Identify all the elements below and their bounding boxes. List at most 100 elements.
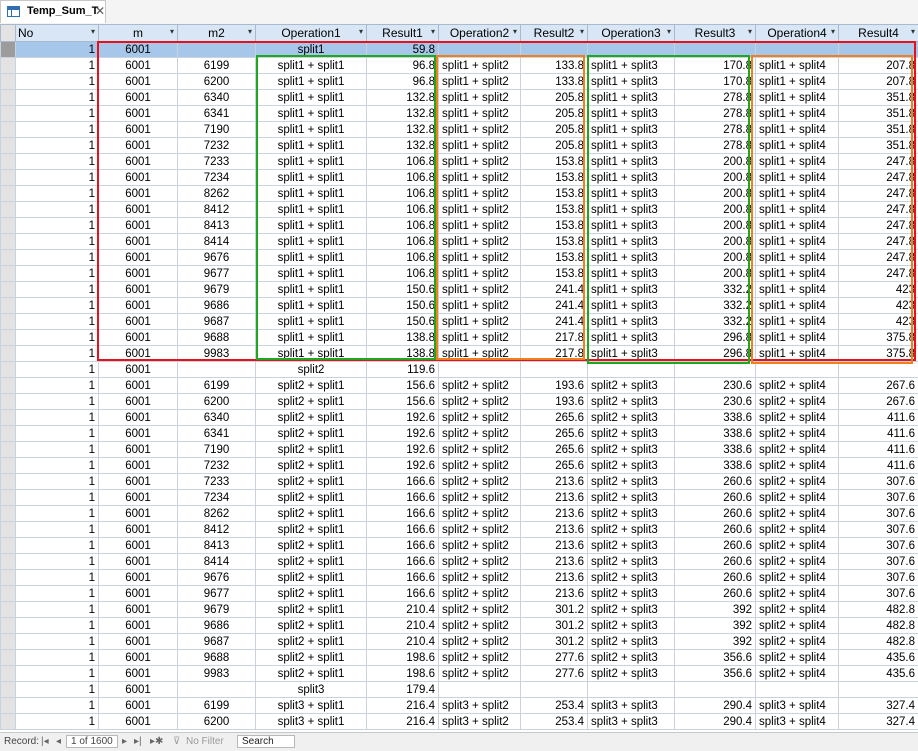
cell-no[interactable]: 1 <box>16 298 99 314</box>
cell-operation3[interactable]: split2 + split3 <box>588 554 675 570</box>
cell-m2[interactable]: 8412 <box>178 522 256 538</box>
cell-no[interactable]: 1 <box>16 506 99 522</box>
cell-no[interactable]: 1 <box>16 346 99 362</box>
cell-result1[interactable]: 106.8 <box>367 154 439 170</box>
table-row[interactable]: 160017232split2 + split1192.6split2 + sp… <box>1 458 918 474</box>
cell-m2[interactable]: 8412 <box>178 202 256 218</box>
cell-operation4[interactable]: split1 + split4 <box>756 282 839 298</box>
cell-operation4[interactable]: split2 + split4 <box>756 410 839 426</box>
cell-operation3[interactable]: split1 + split3 <box>588 106 675 122</box>
cell-operation2[interactable]: split1 + split2 <box>439 74 521 90</box>
cell-no[interactable]: 1 <box>16 458 99 474</box>
cell-no[interactable]: 1 <box>16 682 99 698</box>
cell-operation4[interactable]: split2 + split4 <box>756 442 839 458</box>
cell-result1[interactable]: 216.4 <box>367 714 439 730</box>
cell-result1[interactable]: 150.6 <box>367 298 439 314</box>
cell-operation2[interactable]: split3 + split2 <box>439 714 521 730</box>
cell-operation1[interactable]: split2 + split1 <box>256 474 367 490</box>
column-header-operation1[interactable]: Operation1▾ <box>256 25 367 42</box>
cell-m2[interactable]: 9983 <box>178 666 256 682</box>
cell-operation1[interactable]: split2 <box>256 362 367 378</box>
cell-operation2[interactable]: split1 + split2 <box>439 202 521 218</box>
cell-result3[interactable]: 260.6 <box>675 506 756 522</box>
cell-m2[interactable]: 7234 <box>178 490 256 506</box>
cell-operation2[interactable]: split2 + split2 <box>439 490 521 506</box>
cell-m[interactable]: 6001 <box>99 458 178 474</box>
cell-result1[interactable]: 150.6 <box>367 282 439 298</box>
cell-operation4[interactable]: split1 + split4 <box>756 186 839 202</box>
cell-no[interactable]: 1 <box>16 234 99 250</box>
cell-operation1[interactable]: split2 + split1 <box>256 378 367 394</box>
cell-m[interactable]: 6001 <box>99 74 178 90</box>
cell-operation2[interactable]: split1 + split2 <box>439 234 521 250</box>
cell-m[interactable]: 6001 <box>99 714 178 730</box>
cell-m2[interactable]: 7232 <box>178 458 256 474</box>
cell-result3[interactable] <box>675 42 756 58</box>
cell-result4[interactable]: 307.6 <box>839 506 918 522</box>
row-selector[interactable] <box>1 682 16 698</box>
table-row[interactable]: 160019676split1 + split1106.8split1 + sp… <box>1 250 918 266</box>
cell-operation1[interactable]: split2 + split1 <box>256 458 367 474</box>
cell-result2[interactable]: 277.6 <box>521 650 588 666</box>
cell-result1[interactable]: 138.8 <box>367 346 439 362</box>
cell-result1[interactable]: 106.8 <box>367 234 439 250</box>
row-selector[interactable] <box>1 90 16 106</box>
cell-result1[interactable]: 166.6 <box>367 522 439 538</box>
cell-operation2[interactable]: split1 + split2 <box>439 122 521 138</box>
cell-result2[interactable]: 265.6 <box>521 410 588 426</box>
cell-m2[interactable]: 6200 <box>178 74 256 90</box>
cell-result2[interactable]: 153.8 <box>521 250 588 266</box>
row-selector[interactable] <box>1 106 16 122</box>
row-selector[interactable] <box>1 170 16 186</box>
cell-result2[interactable] <box>521 682 588 698</box>
row-selector[interactable] <box>1 458 16 474</box>
cell-no[interactable]: 1 <box>16 186 99 202</box>
table-row[interactable]: 160018414split1 + split1106.8split1 + sp… <box>1 234 918 250</box>
cell-operation3[interactable]: split2 + split3 <box>588 634 675 650</box>
cell-operation3[interactable]: split2 + split3 <box>588 490 675 506</box>
cell-result3[interactable]: 278.8 <box>675 90 756 106</box>
cell-result3[interactable]: 200.8 <box>675 170 756 186</box>
cell-operation2[interactable]: split2 + split2 <box>439 538 521 554</box>
cell-m2[interactable]: 8413 <box>178 218 256 234</box>
cell-operation3[interactable]: split1 + split3 <box>588 170 675 186</box>
cell-result1[interactable]: 106.8 <box>367 186 439 202</box>
cell-operation2[interactable] <box>439 362 521 378</box>
cell-result3[interactable]: 392 <box>675 634 756 650</box>
cell-m2[interactable]: 7233 <box>178 474 256 490</box>
table-row[interactable]: 160018262split1 + split1106.8split1 + sp… <box>1 186 918 202</box>
table-row[interactable]: 160016340split1 + split1132.8split1 + sp… <box>1 90 918 106</box>
cell-result1[interactable]: 166.6 <box>367 490 439 506</box>
cell-no[interactable]: 1 <box>16 378 99 394</box>
cell-m[interactable]: 6001 <box>99 58 178 74</box>
column-header-operation3[interactable]: Operation3▾ <box>588 25 675 42</box>
cell-m[interactable]: 6001 <box>99 282 178 298</box>
cell-operation4[interactable]: split2 + split4 <box>756 490 839 506</box>
cell-m2[interactable]: 7232 <box>178 138 256 154</box>
cell-result4[interactable]: 207.8 <box>839 58 918 74</box>
cell-m[interactable]: 6001 <box>99 554 178 570</box>
cell-operation3[interactable]: split2 + split3 <box>588 506 675 522</box>
cell-m2[interactable]: 6340 <box>178 90 256 106</box>
cell-operation1[interactable]: split1 + split1 <box>256 74 367 90</box>
cell-result3[interactable]: 332.2 <box>675 298 756 314</box>
cell-result3[interactable]: 200.8 <box>675 154 756 170</box>
cell-result4[interactable] <box>839 42 918 58</box>
cell-operation3[interactable] <box>588 42 675 58</box>
search-input[interactable]: Search <box>237 735 295 748</box>
row-selector[interactable] <box>1 202 16 218</box>
cell-operation4[interactable]: split1 + split4 <box>756 250 839 266</box>
cell-operation3[interactable]: split1 + split3 <box>588 346 675 362</box>
row-selector[interactable] <box>1 186 16 202</box>
cell-result3[interactable]: 200.8 <box>675 250 756 266</box>
cell-result4[interactable]: 267.6 <box>839 378 918 394</box>
row-selector[interactable] <box>1 522 16 538</box>
cell-m2[interactable]: 7190 <box>178 122 256 138</box>
cell-operation1[interactable]: split2 + split1 <box>256 394 367 410</box>
cell-result3[interactable]: 260.6 <box>675 522 756 538</box>
cell-operation1[interactable]: split1 + split1 <box>256 234 367 250</box>
chevron-down-icon[interactable]: ▾ <box>831 27 835 36</box>
cell-result1[interactable]: 192.6 <box>367 426 439 442</box>
cell-result2[interactable]: 253.4 <box>521 698 588 714</box>
cell-result3[interactable]: 200.8 <box>675 218 756 234</box>
